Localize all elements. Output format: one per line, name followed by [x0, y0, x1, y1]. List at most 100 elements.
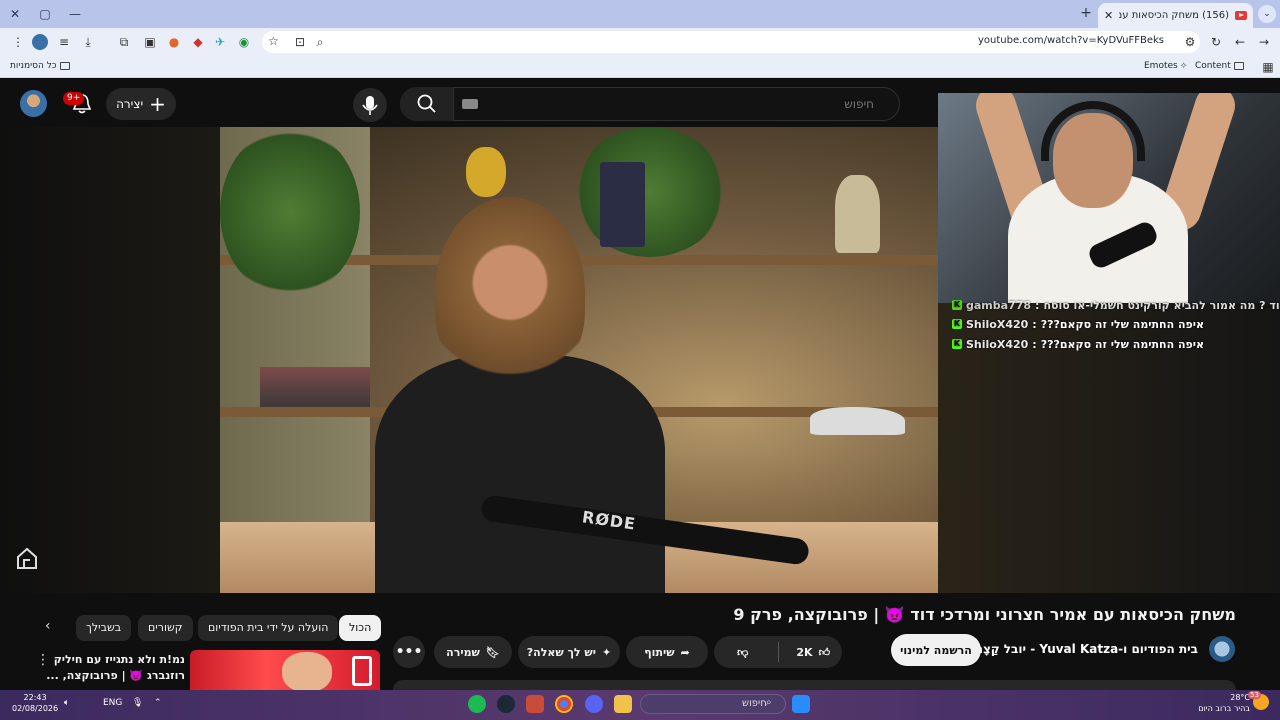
steam-icon[interactable]: [497, 695, 515, 713]
video-car-model: [810, 407, 905, 435]
chat-separator: :: [1032, 337, 1037, 351]
profile-icon[interactable]: [32, 34, 48, 50]
search-icon: ⌕: [766, 697, 772, 708]
all-bookmarks-link[interactable]: כל הסימניות: [10, 61, 73, 71]
thumbs-up-icon: 👍︎: [818, 645, 831, 659]
weather-temp: 28°C: [1230, 693, 1250, 702]
minimize-window-icon[interactable]: —: [64, 4, 86, 24]
extension-icon[interactable]: ▣: [142, 34, 158, 50]
sparkle-icon: ✦: [602, 645, 612, 659]
subscribe-button[interactable]: הרשמה למינוי: [891, 634, 981, 666]
like-dislike-group: 👍︎ 2K 👎︎: [714, 636, 842, 668]
bookmark-emotes-label: Emotes: [1144, 61, 1178, 71]
download-icon[interactable]: ⤓: [80, 34, 96, 50]
save-label: שמירה: [446, 645, 480, 659]
ask-button[interactable]: ✦ יש לך שאלה?: [518, 636, 620, 668]
chip-all[interactable]: הכול: [339, 615, 382, 641]
bookmark-content-label: Content: [1195, 61, 1231, 71]
video-plant: [220, 127, 360, 297]
search-input[interactable]: [456, 88, 886, 120]
screenshot-icon[interactable]: ⊡: [292, 34, 308, 50]
headset-icon: [1041, 101, 1145, 161]
microphone-icon: [362, 96, 378, 115]
video-player[interactable]: RØDE: [220, 127, 938, 593]
extension-icon[interactable]: ◆: [190, 34, 206, 50]
url-text[interactable]: youtube.com/watch?v=KyDVuFFBeks: [978, 35, 1164, 46]
create-label: יצירה: [116, 97, 144, 111]
bookmark-emotes[interactable]: Emotes ⟡: [1144, 61, 1187, 71]
create-button[interactable]: + יצירה: [106, 88, 176, 120]
more-actions-button[interactable]: •••: [393, 636, 425, 668]
share-button[interactable]: ➦ שיתוף: [626, 636, 708, 668]
volume-icon[interactable]: 🔈︎: [64, 698, 69, 708]
menu-dots-icon[interactable]: ⋮: [10, 34, 26, 50]
folder-icon: [59, 61, 70, 70]
extension-icon[interactable]: ●: [166, 34, 182, 50]
save-button[interactable]: 🔖︎ שמירה: [434, 636, 512, 668]
microphone-icon[interactable]: 🎙︎: [132, 698, 143, 708]
chip-for-you[interactable]: בשבילך: [76, 615, 132, 641]
divider: [777, 642, 779, 662]
video-books: [260, 367, 370, 407]
file-explorer-icon[interactable]: [614, 695, 632, 713]
bookmark-content[interactable]: Content: [1195, 61, 1247, 71]
keyboard-icon[interactable]: [462, 99, 478, 109]
video-title: משחק הכיסאות עם אמיר חצרוני ומרדכי דוד 👿…: [733, 605, 1236, 624]
extensions-icon[interactable]: ⧉: [116, 34, 132, 50]
chevron-left-icon[interactable]: ‹: [45, 618, 51, 634]
channel-name[interactable]: בית הפודיום ו-Yuval Katza - יובל קַצָה: [975, 642, 1198, 656]
apps-grid-icon[interactable]: ▦: [1260, 59, 1276, 75]
tab-search-menu-icon[interactable]: ⌄: [1258, 5, 1276, 23]
chevron-up-icon[interactable]: ⌃: [154, 698, 162, 708]
dislike-button[interactable]: 👎︎: [714, 646, 772, 659]
windows-start-icon[interactable]: [792, 695, 810, 713]
zoom-icon[interactable]: ⌕: [312, 34, 328, 50]
language-indicator[interactable]: ENG: [103, 698, 122, 708]
browser-tab-youtube[interactable]: (156) משחק הכיסאות עם אמיר ✕: [1098, 3, 1253, 28]
chip-related[interactable]: קשורים: [138, 615, 193, 641]
search-button[interactable]: [400, 87, 454, 121]
ask-label: יש לך שאלה?: [526, 645, 596, 659]
video-plant: [575, 127, 725, 257]
stream-chat-overlay: K gamba778 : עוד ? מה אמור להביא קורקינט…: [938, 296, 1280, 356]
video-person: [375, 355, 665, 593]
maximize-window-icon[interactable]: ▢: [34, 4, 56, 24]
forward-icon[interactable]: ←: [1232, 34, 1248, 50]
chrome-icon[interactable]: [555, 695, 573, 713]
like-button[interactable]: 👍︎ 2K: [785, 646, 843, 659]
weather-widget[interactable]: 28°C בהיר ברוב היום: [1198, 692, 1250, 714]
bookmarks-bar: [0, 56, 1280, 78]
spotify-icon[interactable]: [468, 695, 486, 713]
app-icon[interactable]: [526, 695, 544, 713]
reload-icon[interactable]: ↻: [1208, 34, 1224, 50]
chat-separator: :: [1032, 317, 1037, 331]
back-icon[interactable]: →: [1256, 34, 1272, 50]
reading-list-icon[interactable]: ≡: [56, 34, 72, 50]
related-video-thumbnail[interactable]: [190, 650, 380, 690]
new-tab-button[interactable]: +: [1078, 5, 1094, 21]
bookmark-star-icon[interactable]: ☆: [268, 34, 279, 48]
tab-title: (156) משחק הכיסאות עם אמיר: [1119, 10, 1229, 21]
site-settings-icon[interactable]: ⚙: [1182, 34, 1198, 50]
chat-message: K ShiloX420 : איפה החתימה שלי זה סקאם???: [952, 315, 1204, 333]
chat-user: ShiloX420: [966, 317, 1029, 331]
voice-search-button[interactable]: [353, 88, 387, 122]
channel-watermark-icon[interactable]: [14, 545, 40, 571]
video-person-head: [435, 197, 585, 387]
description-box[interactable]: [393, 680, 1236, 690]
taskbar-clock[interactable]: 22:43 02/08/2026: [12, 692, 58, 714]
close-window-icon[interactable]: ✕: [4, 4, 26, 24]
folder-icon: [1233, 61, 1244, 70]
chat-user: gamba778: [966, 298, 1032, 312]
discord-icon[interactable]: [585, 695, 603, 713]
channel-avatar[interactable]: [1209, 636, 1235, 662]
address-bar[interactable]: youtube.com/watch?v=KyDVuFFBeks: [262, 31, 1200, 53]
share-icon: ➦: [680, 645, 690, 659]
extension-icon[interactable]: ◉: [236, 34, 252, 50]
tab-close-icon[interactable]: ✕: [1104, 9, 1113, 22]
more-vert-icon[interactable]: ⋮: [36, 652, 50, 668]
related-video-title[interactable]: נמ!ת ולא נתגייז עם חיליק רוזנברג 👿 | פרו…: [40, 652, 185, 684]
avatar[interactable]: [20, 90, 47, 117]
extension-icon[interactable]: ✈: [212, 34, 228, 50]
chip-channel-uploads[interactable]: הועלה על ידי בית הפודיום: [198, 615, 339, 641]
